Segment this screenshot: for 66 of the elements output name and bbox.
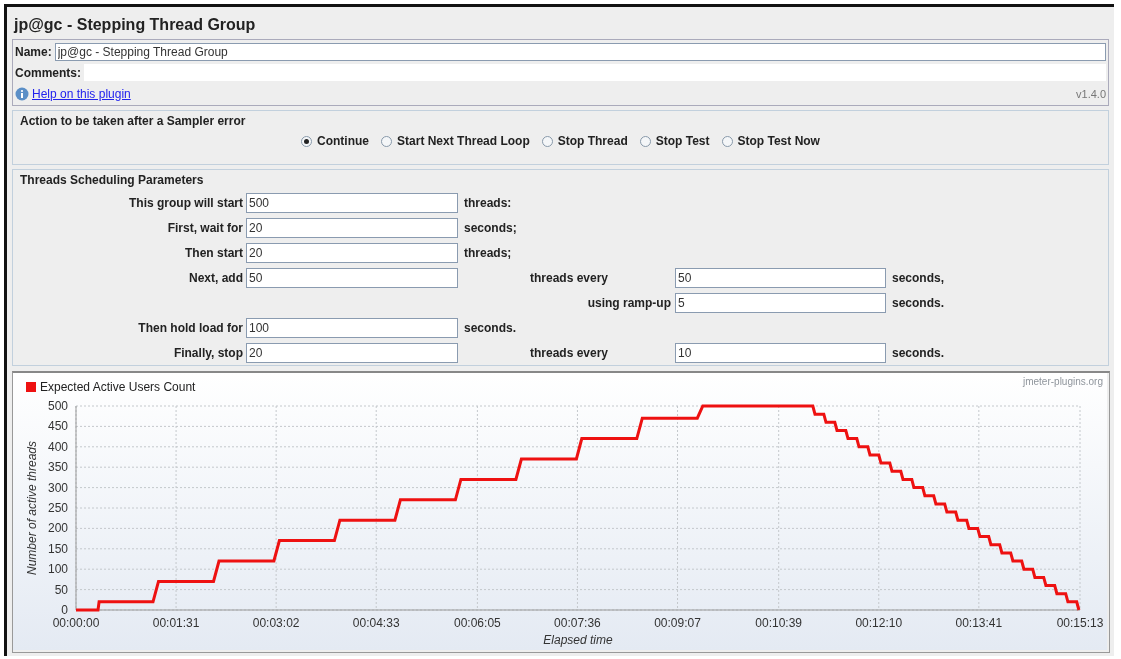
name-field[interactable]: jp@gc - Stepping Thread Group <box>54 42 1106 61</box>
field-label: threads every <box>530 271 609 285</box>
y-tick-label: 300 <box>47 480 68 495</box>
legend-swatch <box>26 382 36 392</box>
y-tick-label: 0 <box>61 603 68 617</box>
info-icon <box>15 86 29 101</box>
y-tick-label: 100 <box>47 562 68 577</box>
number-field[interactable]: 20 <box>246 218 458 238</box>
field-label: First, wait for <box>167 221 243 235</box>
unit-label: seconds. <box>464 321 517 335</box>
unit-label: threads: <box>464 196 512 210</box>
field-label: Then hold load for <box>138 321 243 335</box>
field-label: Then start <box>185 246 243 260</box>
y-tick-label: 150 <box>47 541 68 556</box>
number-field[interactable]: 20 <box>246 243 458 263</box>
field-label: using ramp-up <box>587 296 671 310</box>
radio-option[interactable]: Stop Test Now <box>721 134 820 148</box>
y-tick-label: 200 <box>47 521 68 536</box>
y-tick-label: 400 <box>47 439 68 454</box>
group-title: Action to be taken after a Sampler error <box>19 113 247 130</box>
unit-label: seconds. <box>892 346 945 360</box>
x-tick-label: 00:07:36 <box>554 616 601 630</box>
group-title: Threads Scheduling Parameters <box>19 172 205 189</box>
number-field[interactable]: 20 <box>246 343 458 363</box>
unit-label: seconds. <box>892 296 945 310</box>
unit-label: seconds, <box>892 271 945 285</box>
legend-label: Expected Active Users Count <box>40 380 196 394</box>
number-field[interactable]: 5 <box>675 293 886 313</box>
x-tick-label: 00:06:05 <box>454 616 501 630</box>
x-tick-label: 00:01:31 <box>152 616 200 630</box>
number-field[interactable]: 100 <box>246 318 458 338</box>
version-label: v1.4.0 <box>1076 87 1106 100</box>
field-label: Next, add <box>189 271 243 285</box>
unit-label: seconds; <box>464 221 517 235</box>
help-link[interactable]: Help on this plugin <box>32 86 131 101</box>
field-label: Finally, stop <box>173 346 243 360</box>
field-label: threads every <box>530 346 609 360</box>
x-tick-label: 00:10:39 <box>755 616 803 630</box>
x-tick-label: 00:09:07 <box>654 616 701 630</box>
radio-option[interactable]: Stop Thread <box>541 134 628 148</box>
x-tick-label: 00:15:13 <box>1056 616 1104 630</box>
number-field[interactable]: 50 <box>675 268 886 288</box>
y-tick-label: 250 <box>47 501 68 515</box>
y-tick-label: 350 <box>47 460 68 475</box>
x-tick-label: 00:04:33 <box>352 616 400 630</box>
window-title: jp@gc - Stepping Thread Group <box>12 15 257 35</box>
y-tick-label: 500 <box>47 399 68 413</box>
y-tick-label: 450 <box>47 419 68 434</box>
x-tick-label: 00:03:02 <box>252 616 300 630</box>
x-tick-label: 00:13:41 <box>955 616 1003 630</box>
number-field[interactable]: 10 <box>675 343 886 363</box>
number-field[interactable]: 500 <box>246 193 458 213</box>
x-tick-label: 00:12:10 <box>855 616 903 630</box>
field-label: Name: <box>15 44 52 59</box>
unit-label: threads; <box>464 246 512 260</box>
x-tick-label: 00:00:00 <box>52 616 100 630</box>
number-field[interactable]: 50 <box>246 268 458 288</box>
radio-option[interactable]: Continue <box>301 134 370 148</box>
x-axis-title: Elapsed time <box>543 633 613 647</box>
radio-option[interactable]: Stop Test <box>639 134 710 148</box>
site-mark: jmeter-plugins.org <box>1022 376 1103 387</box>
radio-option[interactable]: Start Next Thread Loop <box>381 134 530 148</box>
y-tick-label: 50 <box>54 582 68 597</box>
field-label: This group will start <box>129 196 243 210</box>
field-label: Comments: <box>15 65 81 80</box>
y-axis-title: Number of active threads <box>25 440 39 576</box>
